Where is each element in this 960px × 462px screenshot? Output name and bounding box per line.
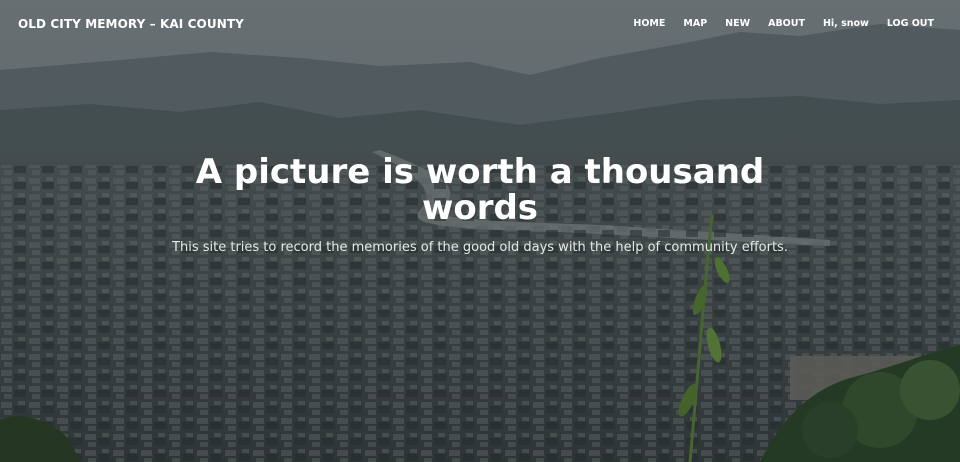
hero-heading: A picture is worth a thousand words: [195, 152, 765, 228]
nav-link-user-greeting[interactable]: Hi, snow: [823, 18, 869, 29]
nav-link-about[interactable]: ABOUT: [768, 18, 805, 29]
nav-link-map[interactable]: MAP: [683, 18, 707, 29]
site-brand-link[interactable]: OLD CITY MEMORY – KAI COUNTY: [18, 17, 244, 31]
top-navbar: OLD CITY MEMORY – KAI COUNTY HOME MAP NE…: [0, 0, 960, 50]
nav-link-logout[interactable]: LOG OUT: [887, 18, 934, 29]
hero-header: OLD CITY MEMORY – KAI COUNTY HOME MAP NE…: [0, 0, 960, 462]
nav-link-new[interactable]: NEW: [725, 18, 750, 29]
nav-links: HOME MAP NEW ABOUT Hi, snow LOG OUT: [633, 18, 934, 29]
nav-link-home[interactable]: HOME: [633, 18, 665, 29]
image-dark-overlay: [0, 0, 960, 462]
hero-subheading: This site tries to record the memories o…: [172, 240, 788, 255]
